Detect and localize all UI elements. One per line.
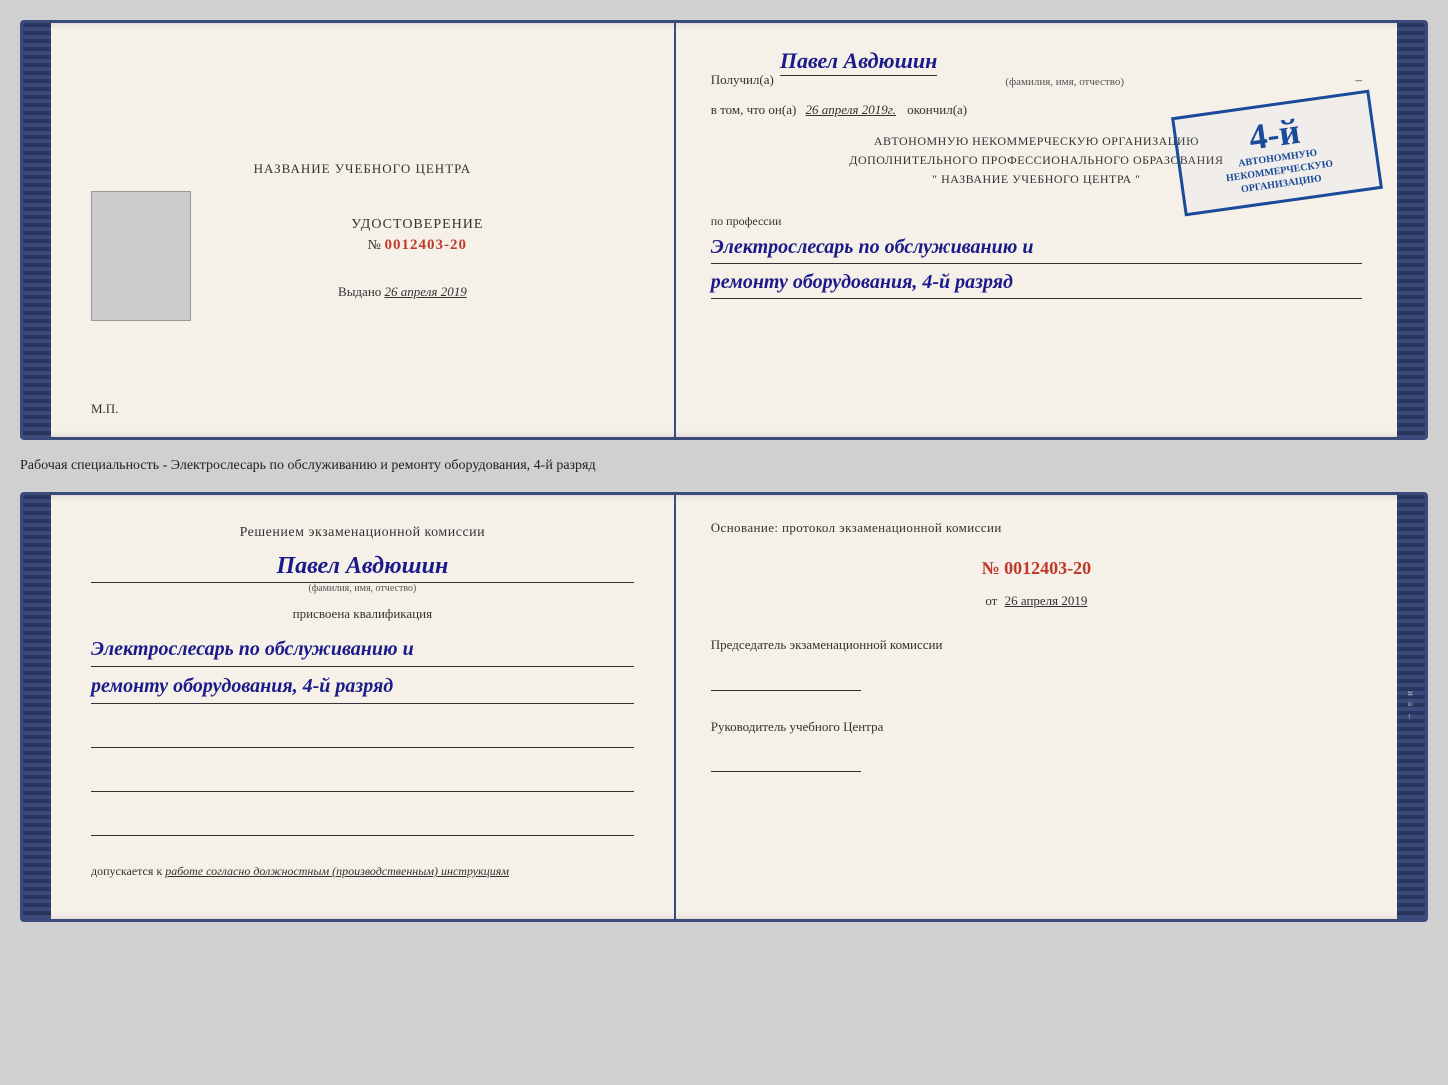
osnovanie-title: Основание: протокол экзаменационной коми… (711, 520, 1362, 536)
fio-hint-top: (фамилия, имя, отчество) (780, 76, 1350, 88)
photo-placeholder (91, 191, 191, 321)
bottom-doc-number: № 0012403-20 (711, 558, 1362, 579)
okonchil-label: окончил(а) (907, 102, 967, 117)
top-doc-right-panel: Получил(а) Павел Авдюшин (фамилия, имя, … (676, 23, 1397, 437)
dopuskaetsya-block: допускается к работе согласно должностны… (91, 864, 634, 879)
ud-number: 0012403-20 (385, 237, 468, 253)
recipient-name: Павел Авдюшин (780, 48, 938, 76)
person-name-large: Павел Авдюшин (91, 553, 634, 583)
po-professii-label: по профессии (711, 214, 1362, 229)
bottom-doc-left-panel: Решением экзаменационной комиссии Павел … (51, 495, 676, 919)
vydano-label: Выдано (338, 284, 381, 299)
ud-number-prefix: № (368, 238, 381, 253)
mp-label: М.П. (91, 401, 118, 417)
profession-line2: ремонту оборудования, 4-й разряд (711, 268, 1362, 299)
blank-line-1 (91, 726, 634, 748)
prisvoena-label: присвоена квалификация (91, 606, 634, 622)
vydano-line: Выдано 26 апреля 2019 (338, 284, 467, 300)
ot-label: от (985, 593, 997, 608)
bottom-num: 0012403-20 (1004, 558, 1091, 578)
top-doc-left-panel: НАЗВАНИЕ УЧЕБНОГО ЦЕНТРА УДОСТОВЕРЕНИЕ №… (51, 23, 676, 437)
person-name-block: Павел Авдюшин (фамилия, имя, отчество) (91, 553, 634, 594)
right-strip-text: и а ← (1406, 691, 1416, 723)
fio-hint-bottom: (фамилия, имя, отчество) (91, 583, 634, 594)
profession-line1: Электрослесарь по обслуживанию и (711, 233, 1362, 264)
top-document: НАЗВАНИЕ УЧЕБНОГО ЦЕНТРА УДОСТОВЕРЕНИЕ №… (20, 20, 1428, 440)
ud-title: УДОСТОВЕРЕНИЕ (351, 217, 483, 233)
bottom-num-prefix: № (982, 558, 1000, 578)
profession-block: по профессии Электрослесарь по обслужива… (711, 214, 1362, 299)
dash-top: – (1356, 72, 1363, 88)
kvalif-line2: ремонту оборудования, 4-й разряд (91, 671, 634, 704)
blank-line-3 (91, 814, 634, 836)
middle-text: Рабочая специальность - Электрослесарь п… (20, 452, 1428, 480)
ud-number-line: № 0012403-20 (351, 237, 483, 254)
recipient-line: Получил(а) Павел Авдюшин (фамилия, имя, … (711, 48, 1362, 88)
ot-date-line: от 26 апреля 2019 (711, 593, 1362, 609)
blank-line-2 (91, 770, 634, 792)
predsedatel-section: Председатель экзаменационной комиссии (711, 635, 1362, 691)
vtom-date: 26 апреля 2019г. (806, 102, 896, 117)
kvalif-line1: Электрослесарь по обслуживанию и (91, 634, 634, 667)
predsedatel-label: Председатель экзаменационной комиссии (711, 635, 1362, 655)
vydano-date: 26 апреля 2019 (385, 284, 467, 299)
kvalif-block: Электрослесарь по обслуживанию и ремонту… (91, 634, 634, 704)
bottom-doc-right-panel: Основание: протокол экзаменационной коми… (676, 495, 1397, 919)
rukovoditel-label: Руководитель учебного Центра (711, 717, 1362, 737)
poluchil-label: Получил(а) (711, 72, 774, 88)
recipient-name-block: Павел Авдюшин (фамилия, имя, отчество) (780, 48, 1350, 88)
ot-date-val: 26 апреля 2019 (1005, 593, 1088, 608)
bottom-binding-right: и а ← (1397, 495, 1425, 919)
dopuskaetsya-label: допускается к (91, 864, 162, 878)
rukovoditel-sig-line (711, 744, 861, 772)
vtom-prefix: в том, что он(а) (711, 102, 797, 117)
dopuskaetsya-text: работе согласно должностным (производств… (165, 864, 509, 878)
bottom-binding-left (23, 495, 51, 919)
predsedatel-sig-line (711, 663, 861, 691)
rukovoditel-section: Руководитель учебного Центра (711, 717, 1362, 773)
learning-center-title-left: НАЗВАНИЕ УЧЕБНОГО ЦЕНТРА (254, 161, 471, 177)
bottom-document: Решением экзаменационной комиссии Павел … (20, 492, 1428, 922)
commission-title: Решением экзаменационной комиссии (91, 525, 634, 541)
udostoverenie-block: УДОСТОВЕРЕНИЕ № 0012403-20 (351, 217, 483, 254)
binding-strip-right (1397, 23, 1425, 437)
binding-strip-left (23, 23, 51, 437)
